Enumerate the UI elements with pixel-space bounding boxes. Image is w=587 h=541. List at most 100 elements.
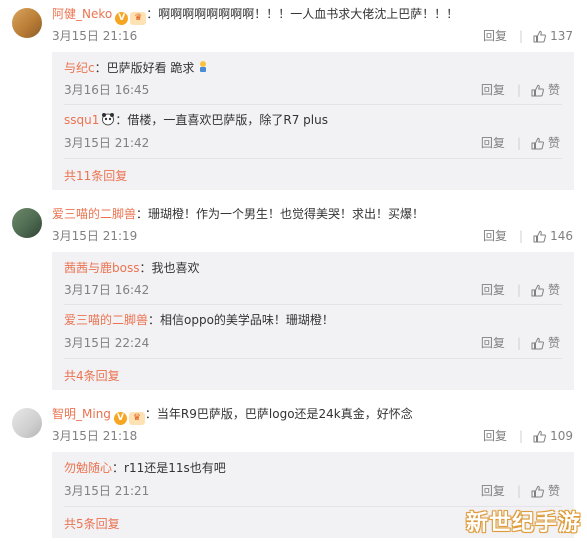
reply-divider <box>64 304 562 305</box>
reply-username[interactable]: 爱三喵的二脚兽 <box>64 313 148 327</box>
like-button[interactable]: 赞 <box>531 484 560 498</box>
reply-timestamp: 3月15日 21:21 <box>64 484 150 498</box>
comment-text: ：珊瑚橙！作为一个男生！也觉得美哭！求出！买爆！ <box>136 207 425 221</box>
thumbs-up-icon <box>531 337 544 350</box>
like-label: 赞 <box>547 136 560 150</box>
reply-username[interactable]: 茜茜与鹿boss <box>64 261 139 275</box>
comment-actions: 回复 | 109 <box>483 428 573 444</box>
divider: | <box>519 229 524 243</box>
reply-line: ssqu1 ：借楼，一直喜欢巴萨版，除了R7 plus <box>64 112 328 128</box>
username[interactable]: 阿健_Neko <box>52 7 112 21</box>
thumbs-up-icon <box>531 84 544 97</box>
reply-text: ：r11还是11s也有吧 <box>112 461 226 475</box>
comment-line: 智明_Ming V ♛ ：当年R9巴萨版，巴萨logo还是24k真金，好怀念 <box>52 406 413 425</box>
reply-line: 爱三喵的二脚兽：相信oppo的美学品味！珊瑚橙！ <box>64 312 334 328</box>
reply-line: 勿勉随心：r11还是11s也有吧 <box>64 460 226 476</box>
thumbs-up-icon <box>533 430 547 443</box>
more-replies-link[interactable]: 共5条回复 <box>64 516 120 532</box>
like-button[interactable]: 146 <box>533 229 573 243</box>
reply-button[interactable]: 回复 <box>481 336 505 350</box>
avatar[interactable] <box>12 8 42 38</box>
reply-text: ：借楼，一直喜欢巴萨版，除了R7 plus <box>115 113 328 127</box>
reply-divider <box>64 104 562 105</box>
reply-username[interactable]: 勿勉随心 <box>64 461 112 475</box>
comment: 阿健_Neko V ♛ ：啊啊啊啊啊啊啊啊！！！一人血书求大佬沈上巴萨！！！ 3月15… <box>0 0 587 195</box>
like-button[interactable]: 赞 <box>531 283 560 297</box>
thumbs-up-icon <box>531 137 544 150</box>
kneel-emoji-icon <box>200 61 207 72</box>
like-label: 赞 <box>547 83 560 97</box>
reply-line: 与纪c：巴萨版好看 跪求 <box>64 60 210 76</box>
reply-box: 与纪c：巴萨版好看 跪求 3月16日 16:45 回复 | 赞 ssqu1 ：借楼，一… <box>52 52 574 190</box>
vip-badge-icon: ♛ <box>128 412 145 425</box>
thumbs-up-icon <box>531 284 544 297</box>
reply-button[interactable]: 回复 <box>483 29 507 43</box>
reply-text: ：相信oppo的美学品味！珊瑚橙！ <box>148 313 334 327</box>
watermark-logo: 新世纪手游 <box>465 511 581 536</box>
comment-line: 爱三喵的二脚兽：珊瑚橙！作为一个男生！也觉得美哭！求出！买爆！ <box>52 206 424 222</box>
divider: | <box>519 429 524 443</box>
reply-divider <box>64 158 562 159</box>
reply-text: ：巴萨版好看 跪求 <box>94 61 195 75</box>
divider: | <box>516 336 521 350</box>
reply-username[interactable]: 与纪c <box>64 61 95 75</box>
reply-divider <box>64 358 562 359</box>
username[interactable]: 智明_Ming <box>52 407 111 421</box>
comment-text: ：啊啊啊啊啊啊啊啊！！！一人血书求大佬沈上巴萨！！！ <box>146 7 459 21</box>
like-label: 赞 <box>547 484 560 498</box>
reply-actions: 回复 | 赞 <box>481 135 560 151</box>
reply-actions: 回复 | 赞 <box>481 483 560 499</box>
comment-actions: 回复 | 137 <box>483 28 573 44</box>
thumbs-up-icon <box>533 230 547 243</box>
reply-line: 茜茜与鹿boss：我也喜欢 <box>64 260 199 276</box>
comment-actions: 回复 | 146 <box>483 228 573 244</box>
reply-timestamp: 3月15日 21:42 <box>64 136 150 150</box>
thumbs-up-icon <box>531 485 544 498</box>
comment: 爱三喵的二脚兽：珊瑚橙！作为一个男生！也觉得美哭！求出！买爆！ 3月15日 21… <box>0 200 587 395</box>
like-button[interactable]: 137 <box>533 29 573 43</box>
like-button[interactable]: 赞 <box>531 83 560 97</box>
vip-badge-icon: ♛ <box>130 12 147 25</box>
divider: | <box>516 484 521 498</box>
reply-username[interactable]: ssqu1 <box>64 113 99 127</box>
thumbs-up-icon <box>533 30 547 43</box>
timestamp: 3月15日 21:19 <box>52 229 138 243</box>
reply-timestamp: 3月15日 22:24 <box>64 336 150 350</box>
reply-button[interactable]: 回复 <box>481 484 505 498</box>
reply-actions: 回复 | 赞 <box>481 335 560 351</box>
divider: | <box>516 83 521 97</box>
like-button[interactable]: 赞 <box>531 336 560 350</box>
verified-icon: V <box>113 412 127 425</box>
like-button[interactable]: 109 <box>533 429 573 443</box>
reply-box: 茜茜与鹿boss：我也喜欢 3月17日 16:42 回复 | 赞 爱三喵的二脚兽：相… <box>52 252 574 390</box>
reply-button[interactable]: 回复 <box>483 429 507 443</box>
more-replies-link[interactable]: 共11条回复 <box>64 168 127 184</box>
reply-button[interactable]: 回复 <box>481 136 505 150</box>
divider: | <box>519 29 524 43</box>
reply-timestamp: 3月17日 16:42 <box>64 283 150 297</box>
more-replies-link[interactable]: 共4条回复 <box>64 368 120 384</box>
reply-actions: 回复 | 赞 <box>481 282 560 298</box>
avatar[interactable] <box>12 208 42 238</box>
comment-text: ：当年R9巴萨版，巴萨logo还是24k真金，好怀念 <box>144 407 413 421</box>
comment-line: 阿健_Neko V ♛ ：啊啊啊啊啊啊啊啊！！！一人血书求大佬沈上巴萨！！！ <box>52 6 458 25</box>
divider: | <box>516 136 521 150</box>
reply-button[interactable]: 回复 <box>483 229 507 243</box>
like-label: 赞 <box>547 336 560 350</box>
reply-button[interactable]: 回复 <box>481 83 505 97</box>
like-count: 109 <box>550 429 573 443</box>
reply-timestamp: 3月16日 16:45 <box>64 83 150 97</box>
reply-button[interactable]: 回复 <box>481 283 505 297</box>
verified-icon: V <box>115 12 129 25</box>
like-button[interactable]: 赞 <box>531 136 560 150</box>
username[interactable]: 爱三喵的二脚兽 <box>52 207 136 221</box>
like-count: 146 <box>550 229 573 243</box>
timestamp: 3月15日 21:18 <box>52 429 138 443</box>
reply-text: ：我也喜欢 <box>139 261 200 275</box>
divider: | <box>516 283 521 297</box>
like-count: 137 <box>550 29 573 43</box>
reply-actions: 回复 | 赞 <box>481 82 560 98</box>
like-label: 赞 <box>547 283 560 297</box>
avatar[interactable] <box>12 408 42 438</box>
panda-emoji-icon <box>102 113 115 126</box>
